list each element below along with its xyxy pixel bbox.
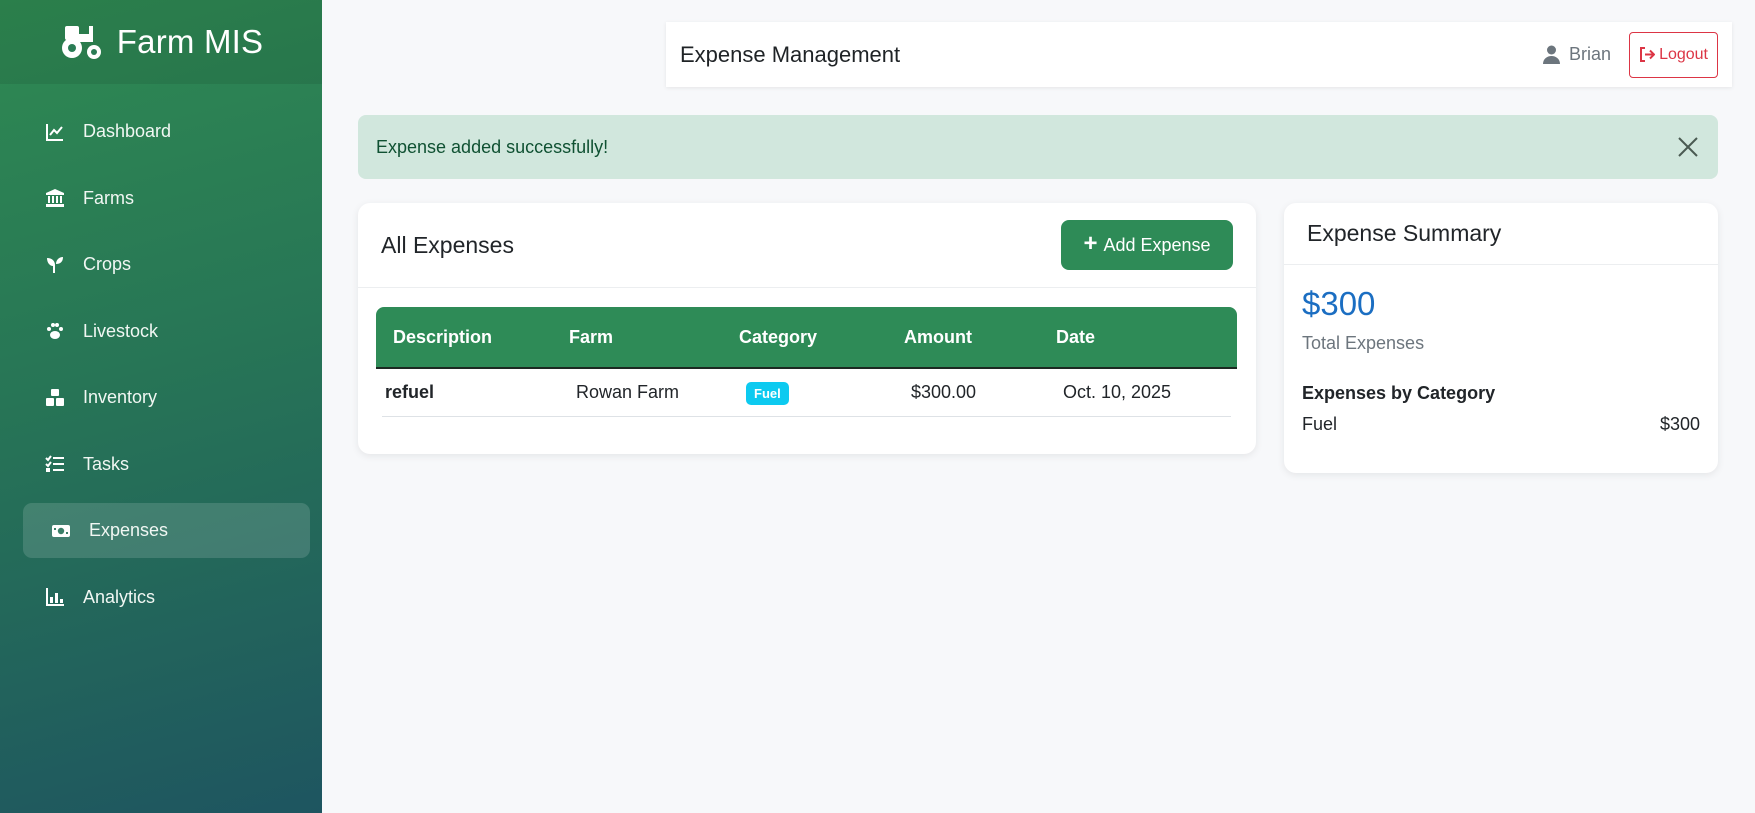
topbar: Expense Management Brian Logout [666, 22, 1732, 87]
cell-description: refuel [385, 382, 435, 402]
brand[interactable]: Farm MIS [0, 0, 322, 84]
total-amount: $300 [1302, 285, 1376, 322]
sidebar-item-label: Crops [83, 254, 132, 274]
seedling-icon [45, 255, 65, 275]
category-amount: $300 [1659, 414, 1700, 434]
category-row: Fuel $300 [1302, 414, 1700, 435]
alert-message: Expense added successfully! [376, 136, 609, 157]
sign-out-icon [1640, 47, 1656, 62]
sidebar: Farm MIS Dashboard Farms Crops Livestock [0, 0, 322, 813]
table-row[interactable]: refuel Rowan Farm Fuel $300.00 Oct. 10, … [382, 369, 1231, 417]
sidebar-item-label: Inventory [83, 387, 158, 407]
cell-date: Oct. 10, 2025 [1063, 382, 1172, 402]
bank-icon [45, 188, 65, 208]
sidebar-item-tasks[interactable]: Tasks [23, 437, 310, 492]
expenses-card-header: All Expenses + Add Expense [358, 203, 1256, 288]
column-header-description: Description [393, 326, 493, 347]
summary-card-header: Expense Summary [1284, 203, 1718, 265]
column-header-amount: Amount [904, 326, 972, 347]
chart-bar-icon [45, 587, 65, 607]
close-icon[interactable] [1676, 135, 1700, 159]
logout-button[interactable]: Logout [1629, 31, 1718, 78]
tasks-icon [45, 454, 65, 474]
sidebar-nav: Dashboard Farms Crops Livestock Inventor… [0, 84, 322, 625]
plus-icon: + [1083, 230, 1098, 257]
sidebar-item-farms[interactable]: Farms [23, 171, 310, 226]
cell-amount: $300.00 [911, 382, 977, 402]
sidebar-item-analytics[interactable]: Analytics [23, 570, 310, 625]
brand-title: Farm MIS [116, 23, 264, 60]
cell-category: Fuel [746, 382, 911, 405]
paw-icon [45, 321, 65, 341]
column-header-farm: Farm [569, 326, 614, 347]
cell-farm: Rowan Farm [576, 382, 680, 402]
category-breakdown-title: Expenses by Category [1302, 383, 1496, 403]
sidebar-item-label: Analytics [83, 586, 156, 607]
sidebar-item-label: Tasks [83, 453, 130, 474]
category-badge: Fuel [746, 382, 789, 405]
user-menu[interactable]: Brian [1543, 44, 1611, 65]
sidebar-item-label: Farms [83, 187, 134, 208]
sidebar-item-livestock[interactable]: Livestock [23, 304, 310, 359]
sidebar-item-label: Expenses [89, 520, 169, 540]
tractor-icon [61, 26, 101, 59]
table-header: Description Farm Category Amount Date [376, 307, 1237, 369]
summary-card: Expense Summary $300 Total Expenses Expe… [1284, 203, 1718, 473]
summary-title: Expense Summary [1307, 220, 1502, 246]
expenses-title: All Expenses [381, 231, 514, 258]
user-icon [1543, 45, 1561, 64]
column-header-category: Category [739, 326, 818, 347]
sidebar-item-expenses[interactable]: Expenses [23, 503, 310, 558]
user-name: Brian [1569, 44, 1612, 64]
add-expense-label: Add Expense [1103, 234, 1211, 255]
logout-label: Logout [1659, 45, 1708, 63]
sidebar-item-crops[interactable]: Crops [23, 237, 310, 292]
summary-body: $300 Total Expenses Expenses by Category… [1284, 265, 1718, 435]
sidebar-item-label: Livestock [83, 320, 159, 341]
chart-line-icon [45, 122, 65, 142]
sidebar-item-label: Dashboard [83, 121, 172, 141]
page-title: Expense Management [680, 41, 901, 67]
boxes-icon [45, 388, 65, 408]
money-bill-icon [51, 521, 71, 541]
add-expense-button[interactable]: + Add Expense [1061, 220, 1233, 270]
sidebar-item-inventory[interactable]: Inventory [23, 370, 310, 425]
sidebar-item-dashboard[interactable]: Dashboard [23, 104, 310, 159]
category-name: Fuel [1302, 414, 1338, 434]
expenses-table: Description Farm Category Amount Date re… [376, 307, 1237, 417]
column-header-date: Date [1056, 326, 1096, 347]
expenses-card: All Expenses + Add Expense Description F… [358, 203, 1256, 454]
success-alert: Expense added successfully! [358, 115, 1718, 179]
total-label: Total Expenses [1302, 333, 1425, 353]
